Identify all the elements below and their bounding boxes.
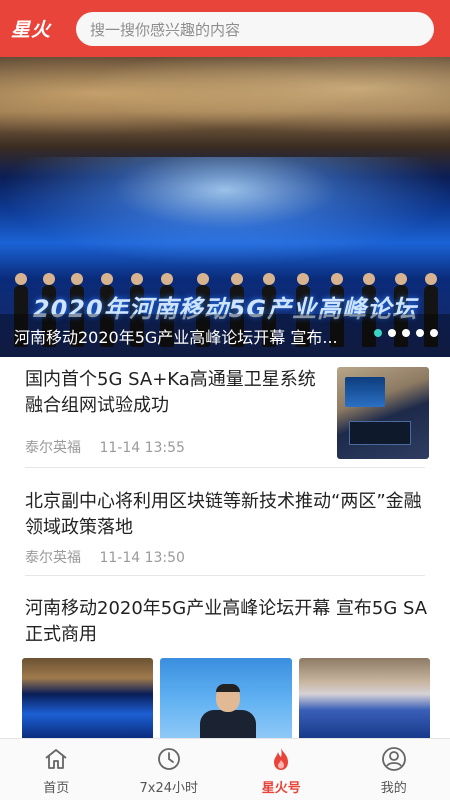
news-source: 泰尔英福: [25, 440, 81, 456]
news-item[interactable]: 河南移动2020年5G产业高峰论坛开幕 宣布5G SA正式商用: [0, 576, 450, 738]
thumbnail-panel: [349, 421, 411, 445]
news-image-conference-hall[interactable]: [298, 658, 430, 738]
nav-label: 星火号: [261, 781, 301, 796]
divider: [25, 467, 425, 468]
news-item[interactable]: 北京副中心将利用区块链等新技术推动“两区”金融领域政策落地 泰尔英福 11-14…: [0, 469, 450, 575]
news-time: 11-14 13:50: [99, 550, 185, 566]
profile-icon: [381, 746, 407, 772]
news-image-row: [22, 658, 430, 738]
news-title[interactable]: 河南移动2020年5G产业高峰论坛开幕 宣布5G SA正式商用: [25, 596, 430, 648]
app-logo[interactable]: 星火: [0, 0, 62, 57]
nav-label: 我的: [380, 781, 407, 796]
carousel-dot[interactable]: [416, 329, 424, 337]
carousel-dot[interactable]: [402, 329, 410, 337]
home-icon: [43, 746, 69, 772]
carousel-dot[interactable]: [374, 329, 382, 337]
news-meta: 泰尔英福 11-14 13:55: [25, 437, 185, 457]
speaker-figure: [200, 684, 257, 738]
clock-icon: [156, 746, 182, 772]
banner-ceiling-lights: [0, 57, 450, 147]
banner-stage-lights: [0, 157, 450, 267]
banner-carousel[interactable]: 2020年河南移动5G产业高峰论坛 河南移动2020年5G产业高峰论坛开幕 宣布…: [0, 57, 450, 357]
carousel-dot[interactable]: [430, 329, 438, 337]
carousel-dots: [374, 329, 438, 337]
news-title[interactable]: 国内首个5G SA+Ka高通量卫星系统融合组网试验成功: [25, 367, 330, 419]
thumbnail-screen: [345, 377, 385, 407]
nav-label: 7x24小时: [139, 781, 198, 796]
search-bar[interactable]: 搜一搜你感兴趣的内容: [76, 12, 434, 46]
news-meta: 泰尔英福 11-14 13:50: [25, 547, 185, 567]
nav-item-home[interactable]: 首页: [0, 739, 113, 800]
search-placeholder: 搜一搜你感兴趣的内容: [90, 20, 241, 39]
news-thumbnail[interactable]: [337, 367, 429, 459]
news-source: 泰尔英福: [25, 550, 81, 566]
news-time: 11-14 13:55: [99, 440, 185, 456]
nav-label: 首页: [43, 781, 70, 796]
news-image-speaker[interactable]: [160, 658, 292, 738]
bottom-nav: 首页 7x24小时 星火号 我的: [0, 738, 450, 800]
news-item[interactable]: 国内首个5G SA+Ka高通量卫星系统融合组网试验成功 泰尔英福 11-14 1…: [0, 357, 450, 468]
nav-item-24h[interactable]: 7x24小时: [113, 739, 226, 800]
nav-item-profile[interactable]: 我的: [338, 739, 450, 800]
news-title[interactable]: 北京副中心将利用区块链等新技术推动“两区”金融领域政策落地: [25, 489, 430, 541]
news-image-forum-stage[interactable]: [22, 658, 154, 738]
app-header: 星火 搜一搜你感兴趣的内容: [0, 0, 450, 57]
flame-icon: [268, 746, 294, 772]
banner-caption[interactable]: 河南移动2020年5G产业高峰论坛开幕 宣布...: [0, 324, 352, 348]
carousel-dot[interactable]: [388, 329, 396, 337]
nav-item-xinghuo[interactable]: 星火号: [225, 739, 338, 800]
